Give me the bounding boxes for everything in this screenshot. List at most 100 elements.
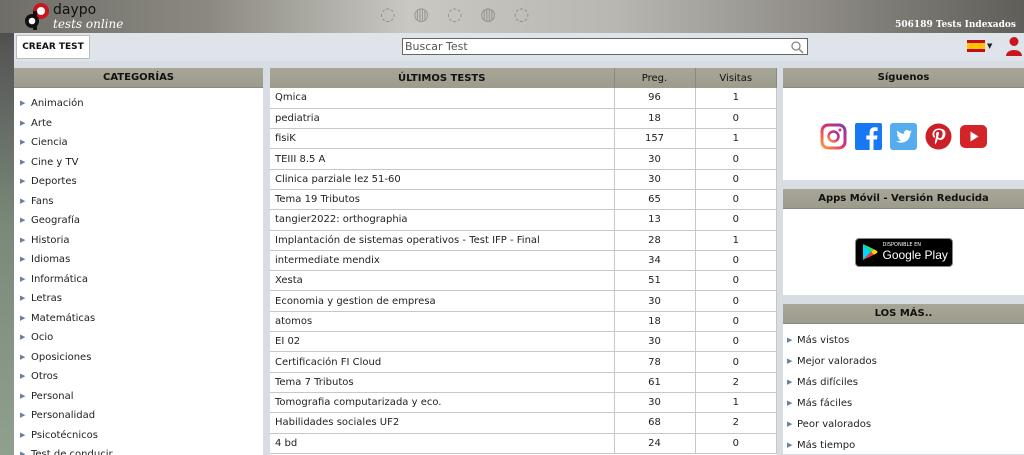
test-name[interactable]: TEIII 8.5 A [270, 148, 615, 170]
google-play-badge[interactable]: DISPONIBLE EN Google Play [854, 237, 953, 267]
test-name[interactable]: Tema 7 Tributos [270, 372, 615, 393]
language-dropdown-icon[interactable]: ▼ [987, 42, 992, 50]
test-name[interactable]: Habilidades sociales UF2 [270, 412, 615, 434]
category-label[interactable]: Informática [31, 270, 88, 290]
category-label[interactable]: Arte [31, 114, 52, 134]
table-row[interactable]: Implantación de sistemas operativos - Te… [270, 230, 777, 251]
los-mas-label[interactable]: Más vistos [797, 330, 849, 351]
category-label[interactable]: Historia [31, 231, 70, 251]
youtube-icon[interactable] [960, 123, 987, 150]
test-name[interactable]: intermediate mendix [270, 250, 615, 272]
category-item[interactable]: ▶ Historia [20, 231, 263, 251]
table-row[interactable]: Tema 19 Tributos 65 0 [270, 189, 777, 211]
table-row[interactable]: EI 02 30 0 [270, 331, 777, 353]
category-item[interactable]: ▶ Letras [20, 289, 263, 309]
crear-test-button[interactable]: CREAR TEST [16, 35, 90, 59]
category-item[interactable]: ▶ Personalidad [20, 406, 263, 426]
table-row[interactable]: Certificación FI Cloud 78 0 [270, 351, 777, 373]
test-name[interactable]: Economia y gestion de empresa [270, 290, 615, 312]
table-row[interactable]: Habilidades sociales UF2 68 2 [270, 412, 777, 434]
test-name[interactable]: Tomografia computarizada y eco. [270, 392, 615, 414]
test-name[interactable]: EI 02 [270, 331, 615, 353]
test-name[interactable]: 4 bd [270, 433, 615, 454]
table-row[interactable]: TEIII 8.5 A 30 0 [270, 148, 777, 170]
los-mas-item[interactable]: ▶ Más fáciles [787, 393, 1024, 414]
category-label[interactable]: Letras [31, 289, 62, 309]
category-label[interactable]: Ocio [31, 328, 53, 348]
table-row[interactable]: Economia y gestion de empresa 30 0 [270, 290, 777, 312]
test-name[interactable]: pediatria [270, 108, 615, 130]
los-mas-label[interactable]: Más difíciles [797, 372, 858, 393]
category-label[interactable]: Deportes [31, 172, 77, 192]
user-icon[interactable] [1005, 36, 1023, 56]
search-icon[interactable] [790, 40, 804, 54]
spain-flag-icon[interactable] [967, 40, 985, 52]
category-item[interactable]: ▶ Ocio [20, 328, 263, 348]
category-item[interactable]: ▶ Otros [20, 367, 263, 387]
table-row[interactable]: Clinica parziale lez 51-60 30 0 [270, 169, 777, 190]
category-item[interactable]: ▶ Arte [20, 114, 263, 134]
test-name[interactable]: atomos [270, 311, 615, 333]
category-item[interactable]: ▶ Test de conducir [20, 445, 263, 455]
test-name[interactable]: Xesta [270, 270, 615, 292]
category-label[interactable]: Idiomas [31, 250, 70, 270]
logo-wordmark[interactable]: daypo [53, 2, 96, 18]
pinterest-icon[interactable] [925, 123, 952, 150]
category-item[interactable]: ▶ Animación [20, 94, 263, 114]
table-row[interactable]: atomos 18 0 [270, 311, 777, 333]
los-mas-item[interactable]: ▶ Más difíciles [787, 372, 1024, 393]
category-item[interactable]: ▶ Informática [20, 270, 263, 290]
table-row[interactable]: 4 bd 24 0 [270, 433, 777, 454]
test-name[interactable]: Qmica [270, 88, 615, 109]
los-mas-item[interactable]: ▶ Mejor valorados [787, 351, 1024, 372]
category-item[interactable]: ▶ Oposiciones [20, 348, 263, 368]
search-input[interactable] [403, 39, 783, 54]
category-item[interactable]: ▶ Cine y TV [20, 153, 263, 173]
category-label[interactable]: Test de conducir [31, 445, 113, 455]
los-mas-item[interactable]: ▶ Más vistos [787, 330, 1024, 351]
category-item[interactable]: ▶ Fans [20, 192, 263, 212]
twitter-icon[interactable] [890, 122, 917, 150]
category-label[interactable]: Oposiciones [31, 348, 91, 368]
facebook-icon[interactable] [855, 122, 882, 150]
category-item[interactable]: ▶ Deportes [20, 172, 263, 192]
category-label[interactable]: Animación [31, 94, 84, 114]
daypo-logo-icon[interactable] [24, 2, 50, 31]
table-row[interactable]: intermediate mendix 34 0 [270, 250, 777, 272]
category-label[interactable]: Cine y TV [31, 153, 78, 173]
category-label[interactable]: Matemáticas [31, 309, 95, 329]
category-item[interactable]: ▶ Psicotécnicos [20, 426, 263, 446]
category-label[interactable]: Personal [31, 387, 74, 407]
table-row[interactable]: fisiK 157 1 [270, 128, 777, 150]
category-label[interactable]: Geografía [31, 211, 80, 231]
category-label[interactable]: Otros [31, 367, 58, 387]
table-row[interactable]: Qmica 96 1 [270, 88, 777, 109]
category-item[interactable]: ▶ Personal [20, 387, 263, 407]
category-label[interactable]: Ciencia [31, 133, 68, 153]
category-item[interactable]: ▶ Matemáticas [20, 309, 263, 329]
category-label[interactable]: Psicotécnicos [31, 426, 98, 446]
test-name[interactable]: Certificación FI Cloud [270, 351, 615, 373]
table-row[interactable]: Tomografia computarizada y eco. 30 1 [270, 392, 777, 414]
test-name[interactable]: tangier2022: orthographia [270, 209, 615, 231]
table-row[interactable]: Tema 7 Tributos 61 2 [270, 372, 777, 393]
category-label[interactable]: Personalidad [31, 406, 95, 426]
los-mas-item[interactable]: ▶ Peor valorados [787, 414, 1024, 435]
test-name[interactable]: fisiK [270, 128, 615, 150]
category-item[interactable]: ▶ Geografía [20, 211, 263, 231]
test-name[interactable]: Clinica parziale lez 51-60 [270, 169, 615, 190]
category-item[interactable]: ▶ Idiomas [20, 250, 263, 270]
los-mas-label[interactable]: Más tiempo [797, 435, 855, 455]
table-row[interactable]: Xesta 51 0 [270, 270, 777, 292]
los-mas-label[interactable]: Peor valorados [797, 414, 871, 435]
instagram-icon[interactable] [820, 123, 847, 150]
los-mas-label[interactable]: Mejor valorados [797, 351, 877, 372]
table-row[interactable]: pediatria 18 0 [270, 108, 777, 130]
test-name[interactable]: Tema 19 Tributos [270, 189, 615, 211]
los-mas-item[interactable]: ▶ Más tiempo [787, 435, 1024, 455]
category-item[interactable]: ▶ Ciencia [20, 133, 263, 153]
category-label[interactable]: Fans [31, 192, 54, 212]
table-row[interactable]: tangier2022: orthographia 13 0 [270, 209, 777, 231]
los-mas-label[interactable]: Más fáciles [797, 393, 852, 414]
test-name[interactable]: Implantación de sistemas operativos - Te… [270, 230, 615, 251]
